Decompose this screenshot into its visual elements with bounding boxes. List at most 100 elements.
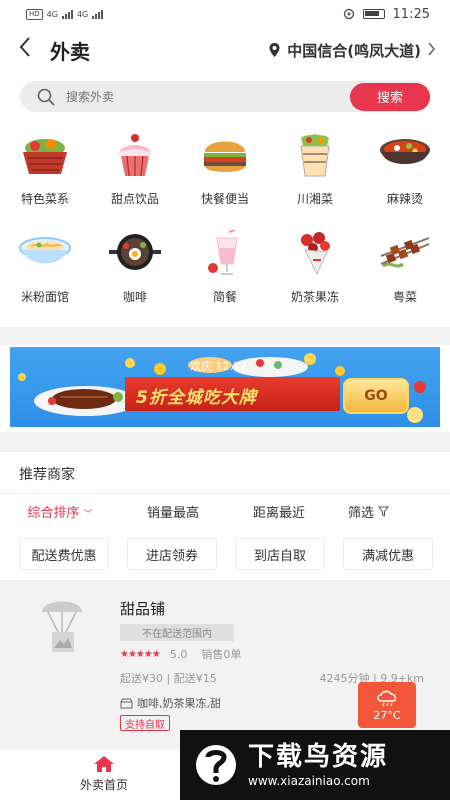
burger-icon: [197, 132, 253, 178]
sort-sales[interactable]: 销量最高: [120, 502, 226, 524]
section-divider: [0, 327, 450, 345]
category-item[interactable]: 川湘菜: [270, 132, 360, 208]
back-button[interactable]: [18, 35, 44, 65]
search-bar: 搜索: [20, 81, 431, 112]
chevron-right-icon: [427, 41, 436, 60]
search-icon: [37, 88, 55, 106]
search-input[interactable]: [66, 89, 350, 104]
category-label: 咖啡: [122, 290, 147, 304]
status-left: HD 4G 4G: [26, 8, 104, 20]
filter-label: 筛选: [348, 506, 375, 521]
page-title: 外卖: [50, 39, 90, 64]
category-label: 粤菜: [392, 290, 417, 304]
hd-badge: HD: [26, 8, 43, 20]
category-label: 特色菜系: [20, 192, 69, 206]
signal-label-1: 4G: [46, 9, 58, 19]
sort-bar: 综合排序 ﹀ 销量最高 距离最近 筛选: [0, 502, 450, 524]
divider: [0, 493, 450, 494]
location-selector[interactable]: 中国信合(鸣凤大道): [268, 40, 436, 61]
battery-icon: [362, 9, 385, 19]
menu-categories: 咖啡,奶茶果冻,甜: [120, 695, 221, 711]
tab-home[interactable]: 外卖首页: [80, 755, 128, 793]
star-rating-icon: ★★★★★: [120, 648, 161, 660]
shop-icon: [120, 698, 133, 708]
filter-button[interactable]: 筛选: [332, 502, 442, 524]
filter-chip[interactable]: 满减优惠: [343, 538, 433, 570]
clock: 11:25: [392, 6, 430, 22]
filter-chip[interactable]: 进店领券: [127, 538, 217, 570]
signal-icon: [61, 9, 73, 19]
map-pin-icon: [269, 43, 280, 57]
weather-temp: 27°C: [373, 708, 401, 722]
watermark-logo-icon: [196, 745, 236, 785]
skewer-icon: [377, 230, 433, 276]
signal-icon-2: [92, 9, 104, 19]
sizzling-pan-icon: [107, 230, 163, 276]
drink-icon: [197, 230, 253, 276]
status-right: 11:25: [343, 7, 430, 22]
sort-comprehensive[interactable]: 综合排序 ﹀: [0, 502, 120, 524]
location-status-icon: [343, 8, 354, 20]
promo-banner[interactable]: 欢庆 12.12 5折全城吃大牌 GO: [10, 347, 440, 427]
category-label: 奶茶果冻: [290, 290, 339, 304]
sales-count: 销售0单: [201, 648, 242, 661]
filter-chips: 配送费优惠 进店领券 到店自取 满减优惠: [19, 538, 433, 570]
steak-plate-icon: [34, 386, 138, 416]
rating-value: 5.0: [169, 647, 188, 661]
status-bar: HD 4G 4G 11:25: [0, 0, 450, 28]
category-label: 快餐便当: [200, 192, 249, 206]
noodle-bowl-icon: [17, 230, 73, 276]
watermark-title: 下载鸟资源: [248, 742, 389, 772]
pickup-badge: 支持自取: [120, 715, 170, 731]
section-title: 推荐商家: [19, 467, 75, 483]
delivery-info: 起送¥30 | 配送¥15: [120, 672, 217, 685]
category-item[interactable]: 快餐便当: [180, 132, 270, 208]
shop-name: 甜品铺: [120, 600, 166, 618]
category-label: 米粉面馆: [20, 290, 69, 304]
chevron-left-icon: [19, 37, 30, 57]
funnel-icon: [378, 506, 390, 517]
category-item[interactable]: 甜点饮品: [90, 132, 180, 208]
cupcake-icon: [107, 132, 163, 178]
weather-widget[interactable]: 27°C: [358, 682, 416, 728]
menu-text: 咖啡,奶茶果冻,甜: [137, 697, 221, 710]
category-label: 麻辣烫: [386, 192, 423, 206]
chevron-down-icon: ﹀: [83, 510, 93, 520]
category-item[interactable]: 粤菜: [360, 230, 450, 306]
salad-cup-icon: [287, 132, 343, 178]
basket-icon: [17, 132, 73, 178]
out-of-range-badge: 不在配送范围内: [120, 624, 234, 641]
page: HD 4G 4G 11:25 外卖 中国信合(鸣凤大道) 搜索外卖 搜索 特色菜…: [0, 0, 450, 800]
sort-label: 综合排序: [27, 506, 80, 521]
section-divider: [0, 432, 450, 452]
filter-chip[interactable]: 配送费优惠: [19, 538, 109, 570]
banner-headline: 5折全城吃大牌: [136, 388, 257, 408]
shop-placeholder-icon: [42, 601, 82, 652]
filter-chip[interactable]: 到店自取: [235, 538, 325, 570]
home-icon: [94, 756, 114, 772]
banner-subtitle: 欢庆 12.12: [190, 360, 247, 373]
banner-go-button[interactable]: GO: [343, 378, 409, 414]
search-button[interactable]: 搜索: [350, 82, 430, 111]
sort-distance[interactable]: 距离最近: [226, 502, 332, 524]
category-item[interactable]: 咖啡: [90, 230, 180, 306]
signal-label-2: 4G: [76, 9, 89, 19]
flower-bouquet-icon: [287, 230, 343, 276]
watermark-url: www.xiazainiao.com: [248, 774, 370, 788]
category-grid: 特色菜系 甜点饮品 快餐便当 川湘菜 麻辣烫 米粉面馆 咖啡 简餐 奶茶果冻 粤…: [0, 132, 450, 306]
tab-home-label: 外卖首页: [80, 778, 129, 792]
category-item[interactable]: 简餐: [180, 230, 270, 306]
rain-cloud-icon: [377, 690, 397, 706]
category-item[interactable]: 麻辣烫: [360, 132, 450, 208]
header: 外卖 中国信合(鸣凤大道): [0, 30, 450, 70]
location-label: 中国信合(鸣凤大道): [287, 41, 421, 60]
hotpot-icon: [377, 132, 433, 178]
category-label: 川湘菜: [296, 192, 333, 206]
category-item[interactable]: 米粉面馆: [0, 230, 90, 306]
category-item[interactable]: 奶茶果冻: [270, 230, 360, 306]
category-item[interactable]: 特色菜系: [0, 132, 90, 208]
watermark-text: 下载鸟资源 www.xiazainiao.com: [248, 742, 388, 788]
rating-row: ★★★★★ 5.0 销售0单: [120, 646, 241, 662]
watermark: 下载鸟资源 www.xiazainiao.com: [180, 730, 450, 800]
category-label: 甜点饮品: [110, 192, 159, 206]
